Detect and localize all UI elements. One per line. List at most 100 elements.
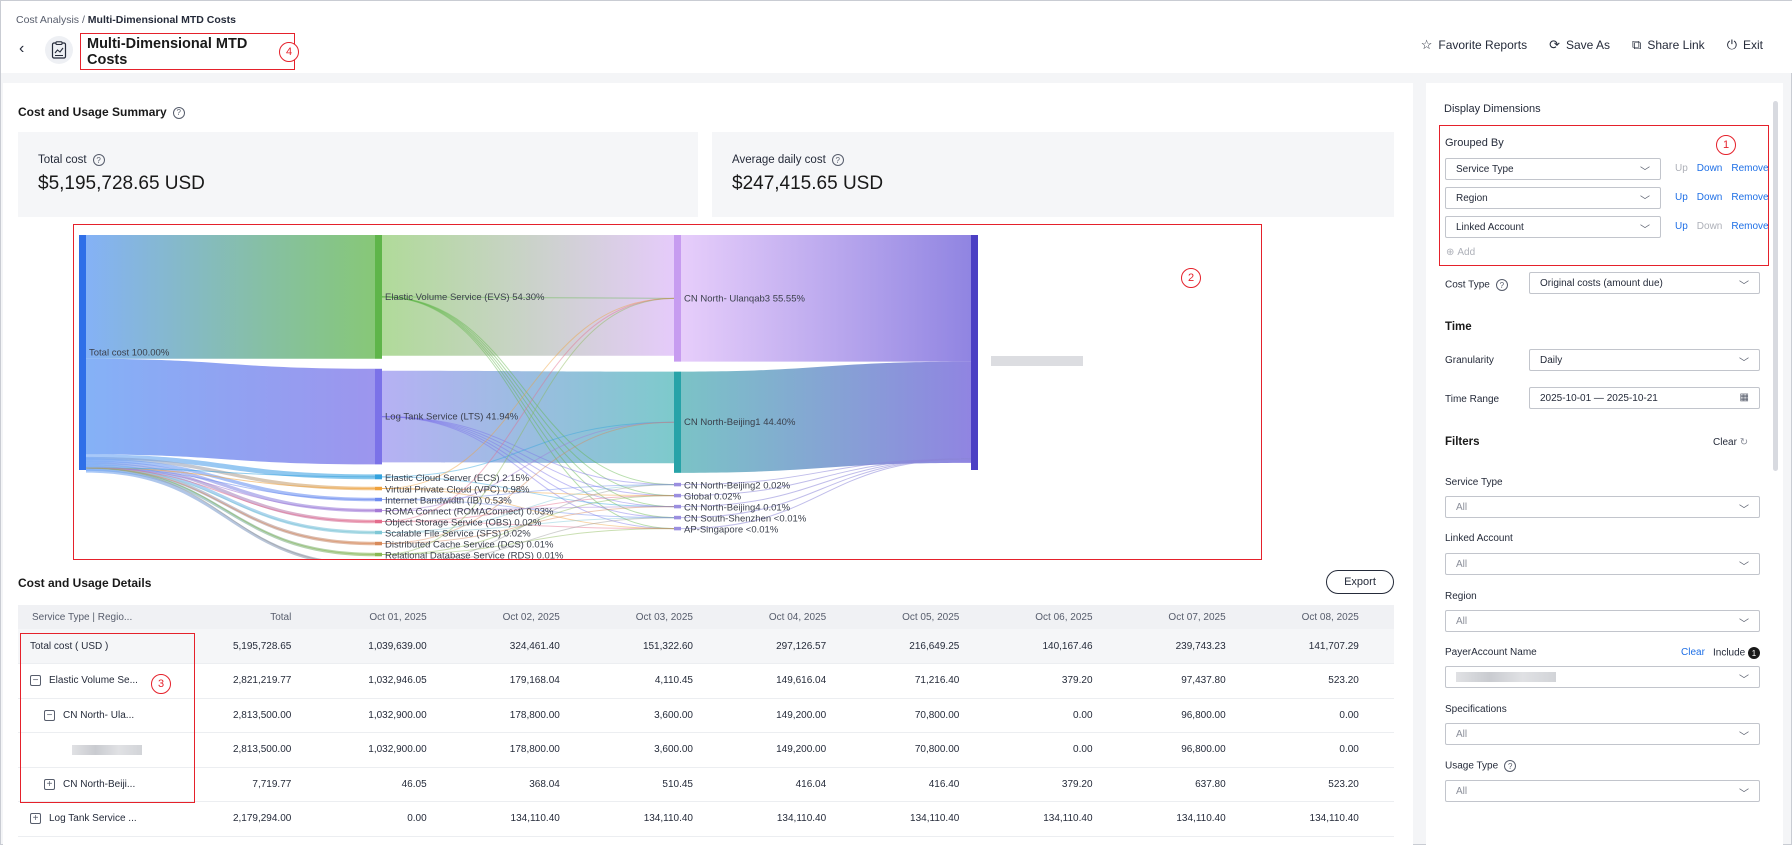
table-cell: 96,800.00	[1104, 732, 1238, 768]
payer-include-toggle[interactable]: Include 1	[1713, 647, 1761, 659]
details-title: Cost and Usage Details	[18, 576, 152, 590]
service-type-filter-label: Service Type	[1445, 477, 1503, 488]
save-as-label: Save As	[1565, 38, 1611, 52]
table-body: Total cost ( USD ) 5,195,728.65 1,039,639.…	[18, 629, 1394, 837]
column-header: Total	[168, 605, 304, 629]
expand-icon[interactable]: +	[30, 813, 41, 825]
average-daily-cost-card: Average daily cost? $247,415.65 USD	[712, 132, 1394, 217]
help-icon[interactable]: ?	[172, 106, 185, 119]
table-cell: 416.04	[705, 767, 839, 802]
payer-account-filter-select[interactable]: ﹀	[1445, 666, 1760, 688]
total-cost-label: Total cost?	[38, 154, 105, 166]
help-icon[interactable]: ?	[831, 154, 844, 166]
linked-account-filter-label: Linked Account	[1445, 533, 1513, 544]
annotation-box-3	[20, 633, 195, 803]
granularity-select[interactable]: Daily ﹀	[1529, 349, 1760, 371]
table-cell: 96,800.00	[1104, 698, 1238, 733]
summary-title: Cost and Usage Summary?	[18, 105, 185, 119]
table-row: + Log Tank Service ... 2,179,294.00 0.00 134…	[18, 801, 1394, 837]
details-table: Service Type | Regio... Total Oct 01, 2025…	[18, 605, 1394, 837]
table-cell: 70,800.00	[838, 732, 972, 768]
table-cell-spacer	[1370, 663, 1394, 699]
payer-account-filter-label: PayerAccount Name	[1445, 647, 1537, 658]
service-type-filter-select[interactable]: All ﹀	[1445, 496, 1760, 518]
cost-type-label: Cost Type?	[1445, 279, 1508, 291]
linked-account-filter-select[interactable]: All ﹀	[1445, 553, 1760, 575]
save-as-button[interactable]: ⟳ Save As	[1549, 37, 1610, 53]
report-title-dropdown[interactable]: Multi-Dimensional MTD Costs ﹀	[80, 33, 295, 70]
favorite-reports-button[interactable]: ☆ Favorite Reports	[1421, 37, 1527, 53]
table-cell-spacer	[1370, 801, 1394, 837]
chevron-down-icon: ﹀	[1739, 358, 1749, 369]
table-cell: 134,110.40	[571, 801, 705, 837]
service-type-filter-value: All	[1456, 501, 1468, 513]
table-cell: 134,110.40	[1104, 801, 1238, 837]
table-cell: 71,216.40	[838, 663, 972, 699]
total-cost-value: $5,195,728.65 USD	[38, 173, 205, 194]
granularity-value: Daily	[1540, 354, 1563, 366]
filters-title: Filters	[1445, 436, 1480, 448]
table-cell: 46.05	[303, 767, 439, 802]
table-header-row: Service Type | Regio... Total Oct 01, 2025…	[18, 605, 1394, 629]
average-daily-cost-value: $247,415.65 USD	[732, 173, 884, 194]
refresh-icon: ↻	[1739, 437, 1749, 448]
share-link-button[interactable]: ⧉ Share Link	[1632, 37, 1705, 53]
region-filter-value: All	[1456, 615, 1468, 627]
table-cell: 3,600.00	[571, 732, 705, 768]
column-header: Oct 02, 2025	[438, 605, 572, 629]
specifications-filter-select[interactable]: All ﹀	[1445, 723, 1760, 745]
usage-type-filter-label: Usage Type?	[1445, 760, 1517, 772]
sidebar-scrollbar[interactable]	[1773, 101, 1778, 471]
chevron-down-icon: ﹀	[1739, 675, 1749, 686]
table-cell: 179,168.04	[438, 663, 572, 699]
cost-type-select[interactable]: Original costs (amount due) ﹀	[1529, 272, 1760, 294]
annotation-marker-1: 1	[1716, 135, 1736, 155]
table-cell: 134,110.40	[838, 801, 972, 837]
header-actions: ☆ Favorite Reports ⟳ Save As ⧉ Share Link ⏻…	[1421, 37, 1763, 53]
column-header: Oct 07, 2025	[1104, 605, 1238, 629]
table-cell: 1,032,900.00	[303, 698, 439, 733]
column-header: Oct 03, 2025	[571, 605, 705, 629]
exit-label: Exit	[1742, 38, 1763, 52]
time-title: Time	[1445, 321, 1472, 333]
back-arrow-icon[interactable]: ‹	[19, 41, 31, 57]
summary-title-text: Cost and Usage Summary	[18, 105, 167, 119]
time-range-picker[interactable]: 2025-10-01 — 2025-10-21 ▦	[1529, 387, 1760, 409]
table-cell: 510.45	[571, 767, 705, 802]
share-link-label: Share Link	[1647, 38, 1705, 52]
breadcrumb-parent[interactable]: Cost Analysis	[16, 14, 79, 26]
table-cell: 1,032,900.00	[303, 732, 439, 768]
exit-button[interactable]: ⏻ Exit	[1727, 37, 1763, 53]
table-cell: 0.00	[971, 732, 1105, 768]
region-filter-label: Region	[1445, 591, 1477, 602]
table-cell: 151,322.60	[571, 629, 705, 664]
clear-filters-label: Clear	[1713, 437, 1737, 448]
table-cell-spacer	[1370, 698, 1394, 733]
table-cell: 178,800.00	[438, 698, 572, 733]
usage-type-filter-select[interactable]: All ﹀	[1445, 780, 1760, 802]
region-filter-select[interactable]: All ﹀	[1445, 610, 1760, 632]
clear-filters-button[interactable]: Clear ↻	[1713, 437, 1748, 448]
breadcrumb-separator: /	[81, 14, 85, 26]
export-button[interactable]: Export	[1326, 570, 1394, 594]
granularity-label: Granularity	[1445, 355, 1494, 366]
table-cell: 70,800.00	[838, 698, 972, 733]
chevron-down-icon: ﹀	[1739, 281, 1749, 292]
table-cell: 149,616.04	[705, 663, 839, 699]
specifications-filter-value: All	[1456, 728, 1468, 740]
table-row: 2,813,500.00 1,032,900.00 178,800.00 3,600.…	[18, 732, 1394, 768]
payer-clear-link[interactable]: Clear	[1681, 647, 1705, 658]
time-range-label: Time Range	[1445, 394, 1500, 405]
redacted-account-name	[1456, 672, 1556, 682]
column-header-spacer	[1370, 605, 1394, 629]
page-title: Multi-Dimensional MTD Costs	[87, 35, 248, 68]
chevron-down-icon: ﹀	[1739, 619, 1749, 630]
help-icon[interactable]: ?	[92, 154, 105, 166]
annotation-box-2	[73, 224, 1262, 560]
help-icon[interactable]: ?	[1504, 760, 1517, 772]
chevron-down-icon: ﹀	[1739, 562, 1749, 573]
table-cell: 149,200.00	[705, 698, 839, 733]
report-icon	[45, 36, 73, 64]
table-row: − Elastic Volume Se... 2,821,219.77 1,032,9…	[18, 663, 1394, 699]
help-icon[interactable]: ?	[1495, 279, 1508, 291]
